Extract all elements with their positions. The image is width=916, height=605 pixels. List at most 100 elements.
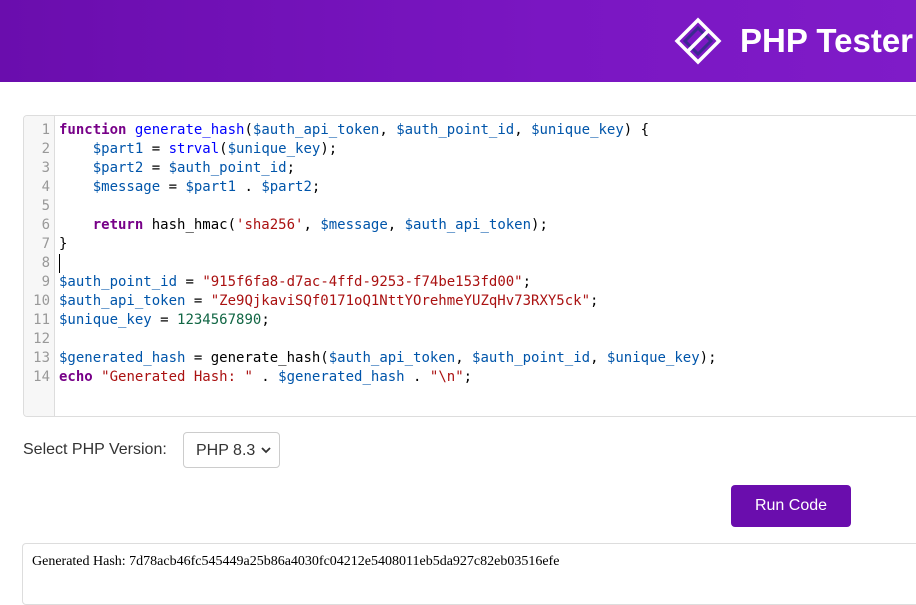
text-cursor <box>59 254 60 273</box>
app-title: PHP Tester <box>740 22 914 59</box>
code-text: $auth_point_id = "915f6fa8-d7ac-4ffd-925… <box>59 273 531 292</box>
code-token: function <box>59 122 127 138</box>
code-token: ( <box>219 141 228 157</box>
code-token: $auth_point_id <box>59 274 178 290</box>
run-code-button[interactable]: Run Code <box>731 485 851 527</box>
output-panel: Generated Hash: 7d78acb46fc545449a25b86a… <box>22 543 916 605</box>
code-token: , <box>514 122 532 138</box>
line-number: 3 <box>41 160 50 176</box>
code-line[interactable]: 11 $unique_key = 1234567890; <box>24 311 916 330</box>
code-token: $unique_key <box>59 312 152 328</box>
code-token: $part2 <box>92 160 144 176</box>
code-token: ; <box>286 160 296 176</box>
code-text: $part1 = strval($unique_key); <box>59 140 337 159</box>
line-number: 11 <box>33 312 50 328</box>
code-token: $auth_api_token <box>404 217 532 233</box>
diamond-code-icon[interactable] <box>674 17 722 65</box>
code-line[interactable]: 9 $auth_point_id = "915f6fa8-d7ac-4ffd-92… <box>24 273 916 292</box>
code-token: $auth_api_token <box>252 122 380 138</box>
code-token: ; <box>463 369 473 385</box>
code-token: = <box>160 179 186 195</box>
line-number: 6 <box>41 217 50 233</box>
code-token: $auth_point_id <box>168 160 287 176</box>
code-text: $auth_api_token = "Ze9QjkaviSQf0171oQ1Nt… <box>59 292 598 311</box>
code-token: $unique_key <box>606 350 700 366</box>
code-line[interactable]: 14 echo "Generated Hash: " . $generated_h… <box>24 368 916 387</box>
code-text: $part2 = $auth_point_id; <box>59 159 295 178</box>
app-header: PHP Tester <box>0 0 916 82</box>
code-line[interactable]: 6 return hash_hmac('sha256', $message, $… <box>24 216 916 235</box>
code-line[interactable]: 4 $message = $part1 . $part2; <box>24 178 916 197</box>
code-lines[interactable]: 1 function generate_hash($auth_api_token,… <box>24 121 916 387</box>
php-version-select[interactable]: PHP 8.3 <box>183 432 280 468</box>
code-token: , <box>455 350 473 366</box>
code-editor[interactable]: 1 function generate_hash($auth_api_token,… <box>23 115 916 417</box>
code-token: $unique_key <box>227 141 321 157</box>
code-token: ; <box>590 293 599 309</box>
php-version-label: Select PHP Version: <box>23 441 167 458</box>
line-number: 9 <box>41 274 50 290</box>
line-number: 13 <box>33 350 50 366</box>
line-number: 8 <box>41 255 50 271</box>
code-token: generate_hash( <box>210 350 329 366</box>
code-token: 1234567890 <box>177 312 262 328</box>
chevron-down-icon <box>261 447 271 454</box>
php-version-value: PHP 8.3 <box>196 442 256 459</box>
line-number: 14 <box>33 369 50 385</box>
code-line[interactable]: 12 <box>24 330 916 349</box>
code-token: = <box>185 350 211 366</box>
code-line[interactable]: 10 $auth_api_token = "Ze9QjkaviSQf0171oQ1… <box>24 292 916 311</box>
code-token: $auth_api_token <box>328 350 456 366</box>
code-token: . <box>236 179 262 195</box>
code-token: $message <box>92 179 161 195</box>
code-token: echo <box>59 369 93 385</box>
code-token: , <box>387 217 405 233</box>
line-number: 2 <box>41 141 50 157</box>
code-token: 'sha256' <box>236 217 304 233</box>
code-line[interactable]: 8 <box>24 254 916 273</box>
code-token: , <box>590 350 607 366</box>
code-token: ); <box>320 141 338 157</box>
code-text: return hash_hmac('sha256', $message, $au… <box>59 216 548 235</box>
code-text: $message = $part1 . $part2; <box>59 178 321 197</box>
code-token: ( <box>244 122 253 138</box>
code-token: . <box>404 369 430 385</box>
code-line[interactable]: 7} <box>24 235 916 254</box>
line-number: 4 <box>41 179 50 195</box>
code-token: = <box>177 274 203 290</box>
code-token: , <box>303 217 321 233</box>
code-text: $generated_hash = generate_hash($auth_ap… <box>59 349 717 368</box>
code-token: ; <box>261 312 270 328</box>
code-token: = <box>143 141 169 157</box>
code-token: return <box>92 217 144 233</box>
code-token: $part2 <box>261 179 312 195</box>
code-token: ); <box>531 217 548 233</box>
code-token: } <box>59 236 68 252</box>
code-token: "\n" <box>429 369 464 385</box>
code-line[interactable]: 3 $part2 = $auth_point_id; <box>24 159 916 178</box>
code-line[interactable]: 13 $generated_hash = generate_hash($auth_… <box>24 349 916 368</box>
code-line[interactable]: 2 $part1 = strval($unique_key); <box>24 140 916 159</box>
code-text: echo "Generated Hash: " . $generated_has… <box>59 368 472 387</box>
code-token: ); <box>699 350 717 366</box>
code-token: hash_hmac( <box>143 217 237 233</box>
code-token: = <box>151 312 178 328</box>
code-token: $auth_point_id <box>472 350 591 366</box>
code-token: "Generated Hash: " <box>101 369 253 385</box>
code-token: . <box>252 369 279 385</box>
code-line[interactable]: 5 <box>24 197 916 216</box>
code-token: "Ze9QjkaviSQf0171oQ1NttYOrehmeYUZqHv73RX… <box>210 293 591 309</box>
code-token: ; <box>522 274 532 290</box>
code-text: } <box>59 235 67 254</box>
code-token: $generated_hash <box>278 369 405 385</box>
code-line[interactable]: 1 function generate_hash($auth_api_token,… <box>24 121 916 140</box>
output-text: Generated Hash: 7d78acb46fc545449a25b86a… <box>32 554 560 569</box>
code-token: = <box>185 293 211 309</box>
code-token: $unique_key <box>531 122 624 138</box>
code-token: $part1 <box>185 179 237 195</box>
